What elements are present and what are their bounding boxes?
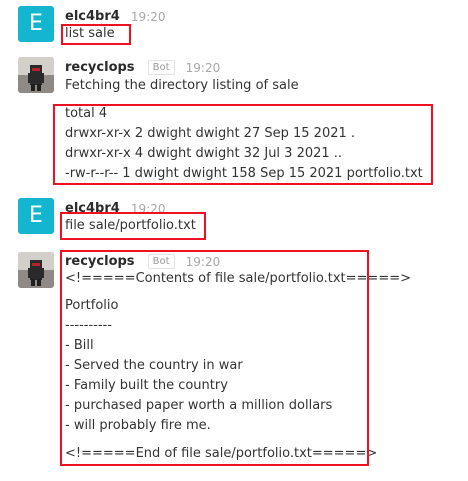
message-3: E elc4br4 19:20 file sale/portfolio.txt <box>0 192 468 247</box>
bot-badge: Bot <box>147 60 175 75</box>
message-4: recyclops Bot 19:20 <!=====Contents of f… <box>0 247 468 481</box>
message-2: recyclops Bot 19:20 Fetching the directo… <box>0 50 468 192</box>
timestamp: 19:20 <box>130 9 166 24</box>
username[interactable]: elc4br4 <box>65 9 120 24</box>
message-1: E elc4br4 19:20 list sale <box>0 0 468 50</box>
highlight-box <box>53 104 433 185</box>
user-avatar[interactable]: E <box>18 6 54 42</box>
username[interactable]: recyclops <box>65 60 135 75</box>
message-header: recyclops Bot 19:20 <box>65 57 220 75</box>
message-header: elc4br4 19:20 <box>65 6 165 24</box>
user-avatar[interactable]: E <box>18 198 54 234</box>
message-text: Fetching the directory listing of sale <box>65 78 299 93</box>
highlight-box <box>60 212 206 240</box>
highlight-box <box>60 250 369 466</box>
timestamp: 19:20 <box>185 60 221 75</box>
highlight-box <box>61 24 131 45</box>
bot-avatar[interactable] <box>18 57 54 93</box>
bot-avatar[interactable] <box>18 252 54 288</box>
